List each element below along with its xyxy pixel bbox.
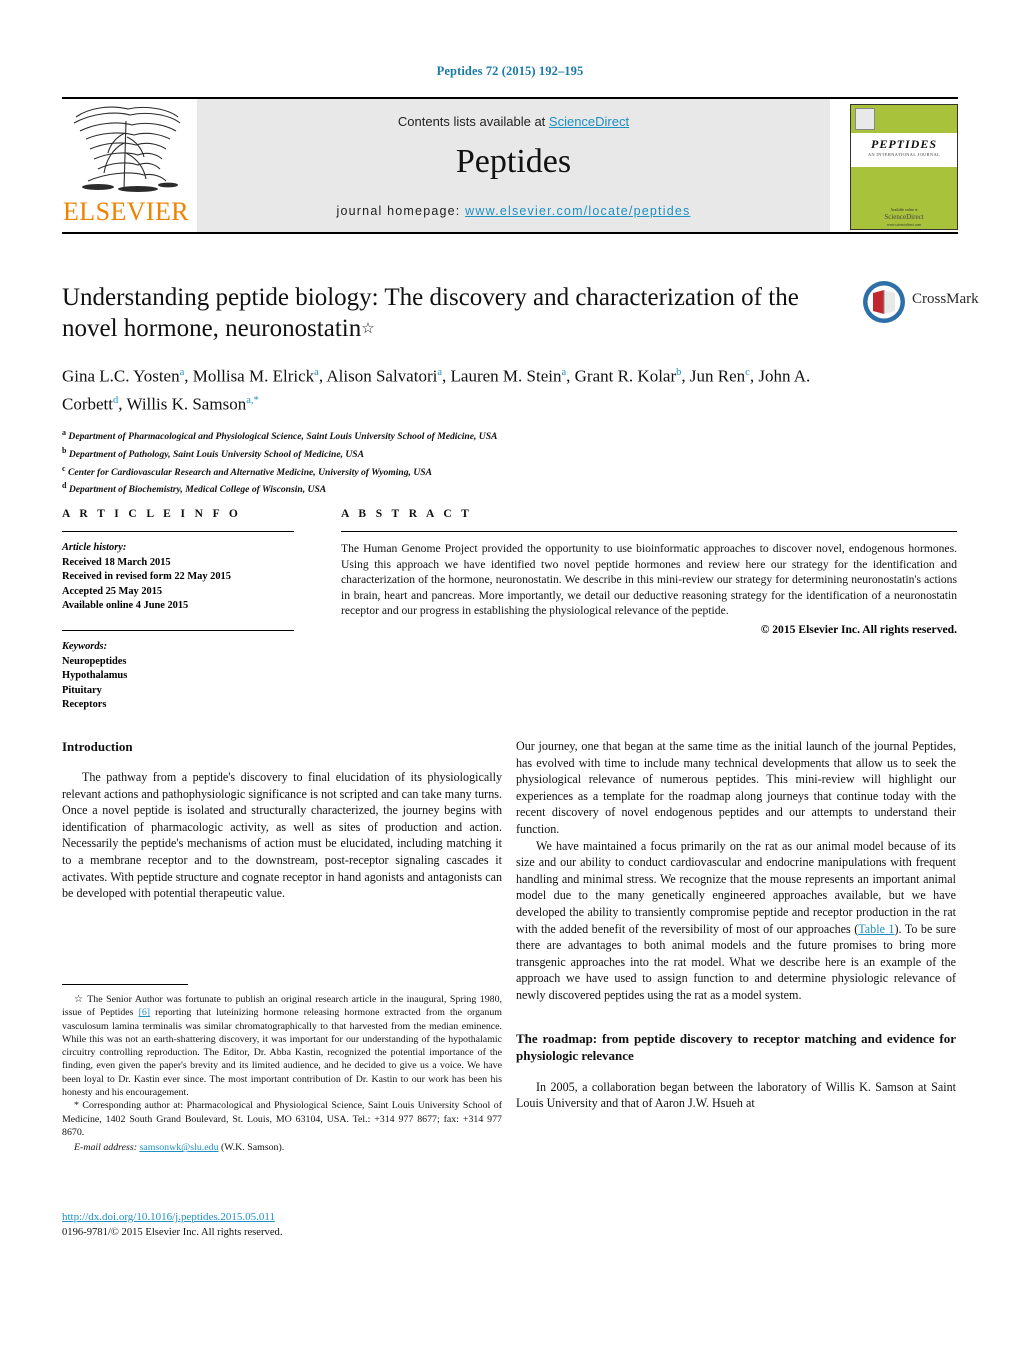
author-list: Gina L.C. Yostena, Mollisa M. Elricka, A… [62, 366, 811, 414]
affiliation-marker: a [62, 428, 66, 438]
issn-copyright: 0196-9781/© 2015 Elsevier Inc. All right… [62, 1227, 283, 1238]
masthead-center-panel: Contents lists available at ScienceDirec… [197, 99, 830, 232]
article-history-item: Received 18 March 2015 [62, 556, 171, 568]
author-name: Lauren M. Stein [450, 366, 562, 386]
author-affiliation-marker: d [113, 394, 119, 406]
author-name: Willis K. Samson [126, 394, 247, 414]
elsevier-tree-icon [73, 106, 181, 192]
affiliation-item: b Department of Pathology, Saint Louis U… [62, 445, 365, 461]
affiliation-item: a Department of Pharmacological and Phys… [62, 428, 498, 443]
keywords-rule [62, 629, 294, 631]
footer-block: http://dx.doi.org/10.1016/j.peptides.201… [62, 1207, 502, 1240]
journal-cover-thumbnail: PEPTIDES AN INTERNATIONAL JOURNAL Availa… [850, 104, 958, 230]
affiliation-item: d Department of Biochemistry, Medical Co… [62, 481, 327, 496]
author-name: Mollisa M. Elrick [192, 366, 315, 386]
article-history-item: Available online 4 June 2015 [62, 600, 189, 612]
abstract-heading: A B S T R A C T [341, 508, 473, 520]
affiliation-item: c Center for Cardiovascular Research and… [62, 463, 432, 478]
author-affiliation-marker: a,* [246, 394, 259, 406]
affiliation-marker: c [62, 463, 66, 473]
abstract-copyright: © 2015 Elsevier Inc. All rights reserved… [760, 622, 957, 636]
article-history-item: Received in revised form 22 May 2015 [62, 571, 231, 583]
author-affiliation-marker: a [314, 367, 319, 378]
article-info-heading: A R T I C L E I N F O [62, 508, 242, 520]
cover-title: PEPTIDES [870, 137, 937, 151]
abstract-section: A B S T R A C T The Human Genome Project… [341, 508, 957, 636]
keywords-block: Keywords: Neuropeptides Hypothalamus Pitui… [62, 629, 294, 713]
reference-6-link[interactable]: [6] [139, 1007, 151, 1018]
article-history-item: Accepted 25 May 2015 [62, 585, 163, 597]
email-label: E-mail address: [74, 1142, 137, 1154]
keyword-item: Hypothalamus [62, 670, 128, 682]
journal-homepage-link[interactable]: www.elsevier.com/locate/peptides [465, 204, 690, 218]
article-info-rule [62, 531, 294, 532]
abstract-text: The Human Genome Project provided the op… [341, 542, 957, 618]
footnote-corresponding-author: * Corresponding author at: Pharmacologic… [62, 1099, 502, 1139]
footnote-star: ☆ The Senior Author was fortunate to pub… [62, 993, 502, 1099]
keywords-list: Neuropeptides Hypothalamus Pituitary Recept… [62, 655, 294, 713]
title-block: Understanding peptide biology: The disco… [62, 282, 832, 497]
article-history-list: Received 18 March 2015 Received in revise… [62, 556, 294, 614]
footnote-star-marker: ☆ [74, 994, 84, 1005]
crossmark-label: CrossMark [912, 291, 979, 307]
crossmark-icon [863, 281, 905, 323]
cover-subtitle: AN INTERNATIONAL JOURNAL [867, 152, 941, 157]
roadmap-heading: The roadmap: from peptide discovery to r… [516, 1030, 956, 1063]
author-affiliation-marker: b [676, 367, 682, 378]
paper-title: Understanding peptide biology: The disco… [62, 282, 832, 345]
affiliation-list: a Department of Pharmacological and Phys… [62, 426, 832, 496]
keyword-item: Neuropeptides [62, 655, 127, 667]
email-link[interactable]: samsonwk@slu.edu [139, 1142, 218, 1153]
right-paragraph-2: We have maintained a focus primarily on … [516, 838, 956, 1004]
crossmark-badge[interactable]: CrossMark [862, 280, 979, 326]
cover-foot-tiny: www.sciencedirect.com [886, 223, 922, 227]
affiliation-marker: d [62, 481, 67, 491]
cover-foot-brand: ScienceDirect [884, 213, 924, 221]
corresponding-text: Corresponding author at: Pharmacological… [62, 1100, 502, 1138]
cover-logo-square [855, 108, 875, 130]
homepage-prefix: journal homepage: [336, 204, 466, 218]
author-name: Jun Ren [689, 366, 746, 386]
author-name: Grant R. Kolar [574, 366, 677, 386]
right-paragraph-1: Our journey, one that began at the same … [516, 739, 956, 836]
footnote-area: ☆ The Senior Author was fortunate to pub… [62, 984, 502, 1155]
article-history-label: Article history: [62, 542, 127, 553]
author-affiliation-marker: a [437, 367, 443, 378]
author-affiliation-marker: c [745, 367, 750, 378]
footnote-rule [62, 984, 188, 985]
author-affiliation-marker: a [561, 367, 567, 378]
email-suffix: (W.K. Samson). [218, 1142, 285, 1154]
article-info-section: A R T I C L E I N F O Article history: R… [62, 508, 294, 713]
affiliation-marker: b [62, 445, 67, 455]
roadmap-paragraph-1: In 2005, a collaboration began between t… [516, 1079, 956, 1111]
author-name: Alison Salvatori [326, 366, 438, 386]
journal-title: Peptides [455, 143, 572, 180]
author-name: Gina L.C. Yosten [62, 366, 180, 386]
contents-prefix: Contents lists available at [397, 114, 549, 129]
introduction-paragraph-1: The pathway from a peptide's discovery t… [62, 770, 502, 901]
author-affiliation-marker: a [179, 367, 185, 378]
paper-page: Peptides 72 (2015) 192–195 ELSEVIER Cont… [0, 0, 1020, 1351]
body-column-left: Introduction The pathway from a peptide'… [62, 738, 502, 902]
sciencedirect-link[interactable]: ScienceDirect [549, 114, 629, 129]
title-footnote-marker: ☆ [361, 321, 375, 337]
elsevier-logo: ELSEVIER [62, 99, 190, 232]
elsevier-wordmark: ELSEVIER [63, 197, 189, 226]
table-1-link[interactable]: Table 1 [858, 922, 894, 936]
journal-homepage-line: journal homepage: www.elsevier.com/locat… [197, 204, 830, 218]
journal-masthead: ELSEVIER Contents lists available at Sci… [62, 97, 958, 234]
body-column-right: Our journey, one that began at the same … [516, 738, 956, 1112]
cover-foot-small: Available online at [890, 208, 918, 212]
doi-link[interactable]: http://dx.doi.org/10.1016/j.peptides.201… [62, 1211, 275, 1223]
footnote-star-text-b: reporting that luteinizing hormone relea… [62, 1007, 502, 1099]
footnote-email: E-mail address: samsonwk@slu.edu (W.K. S… [62, 1141, 502, 1154]
keyword-item: Pituitary [62, 684, 102, 696]
keywords-label: Keywords: [62, 640, 108, 652]
introduction-heading: Introduction [62, 739, 133, 754]
keyword-item: Receptors [62, 699, 107, 711]
abstract-rule [341, 531, 957, 532]
paper-title-text: Understanding peptide biology: The disco… [62, 284, 799, 342]
running-head: Peptides 72 (2015) 192–195 [436, 64, 584, 78]
contents-available-line: Contents lists available at ScienceDirec… [197, 114, 830, 129]
